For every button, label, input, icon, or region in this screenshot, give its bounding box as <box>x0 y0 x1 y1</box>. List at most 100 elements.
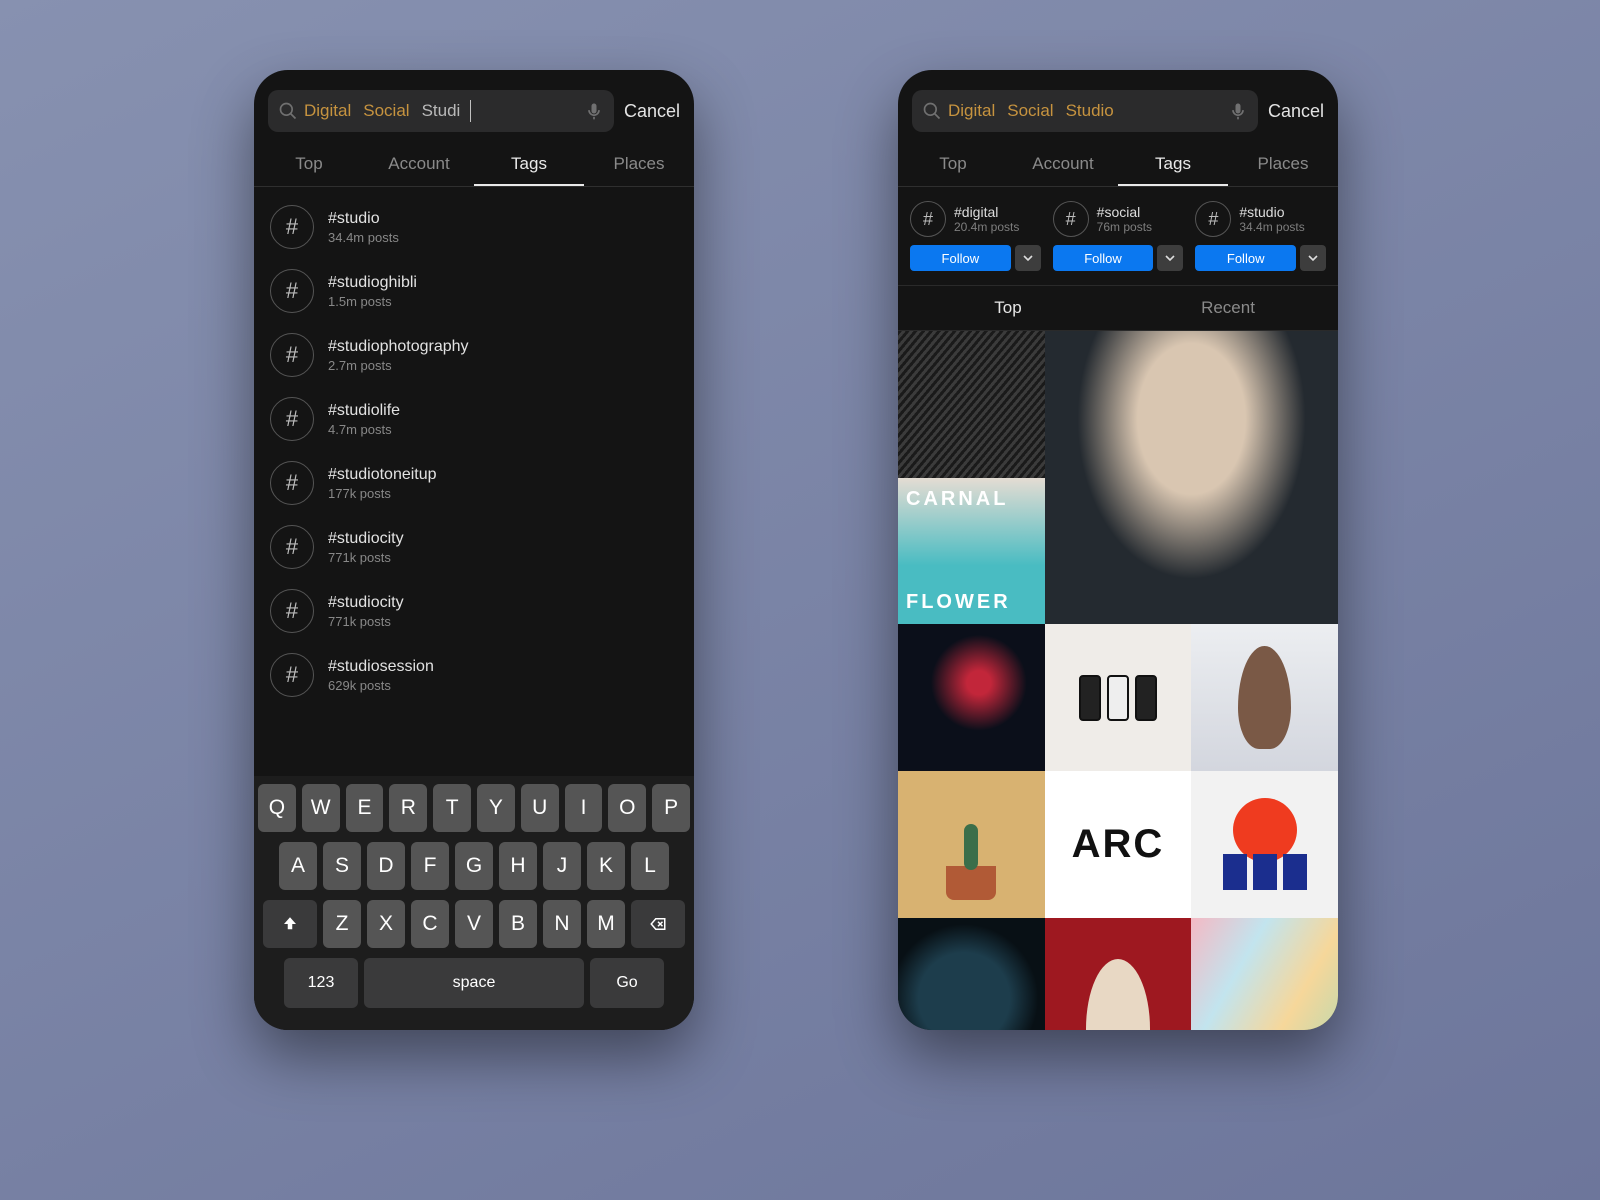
search-bar: Digital Social Studi Cancel <box>254 90 694 132</box>
tag-result-row[interactable]: ##studiocity771k posts <box>270 515 678 579</box>
key-T[interactable]: T <box>433 784 471 832</box>
tab-tags[interactable]: Tags <box>1118 142 1228 186</box>
key-I[interactable]: I <box>565 784 603 832</box>
hashtag-icon: # <box>270 205 314 249</box>
grid-post[interactable]: ARC <box>1045 771 1192 918</box>
follow-card: ##studio34.4m postsFollow <box>1195 201 1326 271</box>
phone-search-results: Digital Social Studio Cancel TopAccountT… <box>898 70 1338 1030</box>
search-input[interactable]: Digital Social Studi <box>268 90 614 132</box>
microphone-icon[interactable] <box>584 101 604 121</box>
key-R[interactable]: R <box>389 784 427 832</box>
hashtag-icon: # <box>270 461 314 505</box>
follow-dropdown-button[interactable] <box>1015 245 1041 271</box>
tag-result-row[interactable]: ##studiolife4.7m posts <box>270 387 678 451</box>
cancel-button[interactable]: Cancel <box>624 101 680 122</box>
tag-name: #studiolife <box>328 402 400 420</box>
tag-result-row[interactable]: ##studiotoneitup177k posts <box>270 451 678 515</box>
tag-result-row[interactable]: ##studio34.4m posts <box>270 195 678 259</box>
tag-result-row[interactable]: ##studiocity771k posts <box>270 579 678 643</box>
grid-post[interactable] <box>1191 771 1338 918</box>
grid-post-large[interactable] <box>1045 331 1338 624</box>
key-Z[interactable]: Z <box>323 900 361 948</box>
grid-post[interactable] <box>898 331 1045 478</box>
tag-name: #studiophotography <box>328 338 469 356</box>
follow-dropdown-button[interactable] <box>1300 245 1326 271</box>
numeric-key[interactable]: 123 <box>284 958 358 1008</box>
key-V[interactable]: V <box>455 900 493 948</box>
search-input[interactable]: Digital Social Studio <box>912 90 1258 132</box>
key-E[interactable]: E <box>346 784 384 832</box>
key-H[interactable]: H <box>499 842 537 890</box>
key-M[interactable]: M <box>587 900 625 948</box>
tag-post-count: 76m posts <box>1097 220 1152 234</box>
key-J[interactable]: J <box>543 842 581 890</box>
subtab-recent[interactable]: Recent <box>1118 286 1338 330</box>
follow-button[interactable]: Follow <box>1053 245 1154 271</box>
grid-post[interactable] <box>1045 918 1192 1030</box>
grid-post[interactable] <box>1191 624 1338 771</box>
key-W[interactable]: W <box>302 784 340 832</box>
key-D[interactable]: D <box>367 842 405 890</box>
key-C[interactable]: C <box>411 900 449 948</box>
search-chip[interactable]: Social <box>1007 101 1053 121</box>
phone-search-typing: Digital Social Studi Cancel TopAccountTa… <box>254 70 694 1030</box>
grid-post[interactable] <box>898 624 1045 771</box>
tag-name: #studiosession <box>328 658 434 676</box>
grid-post[interactable] <box>1045 624 1192 771</box>
search-chip[interactable]: Digital <box>948 101 995 121</box>
key-G[interactable]: G <box>455 842 493 890</box>
post-grid: CARNAL FLOWER ARC <box>898 331 1338 1030</box>
result-sort-tabs: TopRecent <box>898 285 1338 331</box>
tag-post-count: 2.7m posts <box>328 358 469 373</box>
tag-result-row[interactable]: ##studioghibli1.5m posts <box>270 259 678 323</box>
microphone-icon[interactable] <box>1228 101 1248 121</box>
key-Y[interactable]: Y <box>477 784 515 832</box>
grid-post[interactable]: CARNAL FLOWER <box>898 478 1045 625</box>
key-Q[interactable]: Q <box>258 784 296 832</box>
key-A[interactable]: A <box>279 842 317 890</box>
follow-dropdown-button[interactable] <box>1157 245 1183 271</box>
search-chip[interactable]: Social <box>363 101 409 121</box>
follow-button[interactable]: Follow <box>910 245 1011 271</box>
go-key[interactable]: Go <box>590 958 664 1008</box>
tag-post-count: 34.4m posts <box>1239 220 1304 234</box>
key-U[interactable]: U <box>521 784 559 832</box>
text-cursor <box>470 100 471 122</box>
backspace-key[interactable] <box>631 900 685 948</box>
hashtag-icon: # <box>270 589 314 633</box>
subtab-top[interactable]: Top <box>898 286 1118 330</box>
search-chip[interactable]: Studio <box>1066 101 1114 121</box>
key-B[interactable]: B <box>499 900 537 948</box>
space-key[interactable]: space <box>364 958 584 1008</box>
tab-places[interactable]: Places <box>1228 142 1338 186</box>
hashtag-icon: # <box>910 201 946 237</box>
key-N[interactable]: N <box>543 900 581 948</box>
follow-card: ##social76m postsFollow <box>1053 201 1184 271</box>
tag-result-row[interactable]: ##studiosession629k posts <box>270 643 678 707</box>
tab-places[interactable]: Places <box>584 142 694 186</box>
tab-top[interactable]: Top <box>898 142 1008 186</box>
tag-result-list: ##studio34.4m posts##studioghibli1.5m po… <box>254 187 694 707</box>
key-L[interactable]: L <box>631 842 669 890</box>
tag-post-count: 771k posts <box>328 614 404 629</box>
shift-key[interactable] <box>263 900 317 948</box>
post-overlay-text: FLOWER <box>906 591 1011 614</box>
tag-post-count: 177k posts <box>328 486 437 501</box>
key-F[interactable]: F <box>411 842 449 890</box>
key-X[interactable]: X <box>367 900 405 948</box>
grid-post[interactable] <box>898 771 1045 918</box>
cancel-button[interactable]: Cancel <box>1268 101 1324 122</box>
grid-post[interactable] <box>1191 918 1338 1030</box>
tab-tags[interactable]: Tags <box>474 142 584 186</box>
follow-button[interactable]: Follow <box>1195 245 1296 271</box>
tag-result-row[interactable]: ##studiophotography2.7m posts <box>270 323 678 387</box>
tab-top[interactable]: Top <box>254 142 364 186</box>
key-K[interactable]: K <box>587 842 625 890</box>
key-P[interactable]: P <box>652 784 690 832</box>
grid-post[interactable] <box>898 918 1045 1030</box>
key-S[interactable]: S <box>323 842 361 890</box>
tab-account[interactable]: Account <box>364 142 474 186</box>
tab-account[interactable]: Account <box>1008 142 1118 186</box>
key-O[interactable]: O <box>608 784 646 832</box>
search-chip[interactable]: Digital <box>304 101 351 121</box>
